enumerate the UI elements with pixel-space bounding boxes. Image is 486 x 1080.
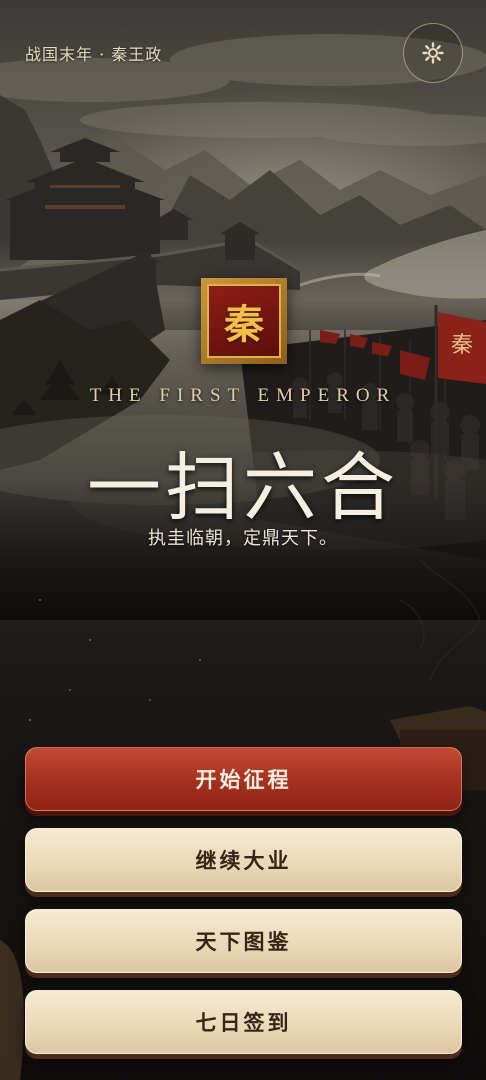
start-journey-button[interactable]: 开始征程 bbox=[25, 747, 462, 811]
atlas-button[interactable]: 天下图鉴 bbox=[25, 909, 462, 973]
qin-emblem: 秦 bbox=[201, 278, 287, 364]
era-title: 战国末年 · 秦王政 bbox=[25, 45, 163, 64]
header: 战国末年 · 秦王政 bbox=[0, 0, 486, 110]
emblem-seal: 秦 bbox=[207, 284, 281, 358]
main-menu: 开始征程 继续大业 天下图鉴 七日签到 bbox=[25, 747, 462, 1071]
tagline: 执圭临朝，定鼎天下。 bbox=[148, 528, 338, 549]
daily-checkin-button[interactable]: 七日签到 bbox=[25, 990, 462, 1054]
continue-button[interactable]: 继续大业 bbox=[25, 828, 462, 892]
english-subtitle: THE FIRST EMPEROR bbox=[89, 385, 397, 406]
settings-button[interactable] bbox=[403, 23, 463, 83]
game-title: 一扫六合 bbox=[87, 445, 399, 531]
gear-icon bbox=[422, 42, 444, 64]
banner-character: 秦 bbox=[451, 333, 473, 358]
title-screen: 秦 战国末年 · 秦王政 秦 THE FIRST EMPEROR 一扫六合 执圭… bbox=[0, 0, 486, 1080]
emblem-character: 秦 bbox=[224, 301, 264, 348]
